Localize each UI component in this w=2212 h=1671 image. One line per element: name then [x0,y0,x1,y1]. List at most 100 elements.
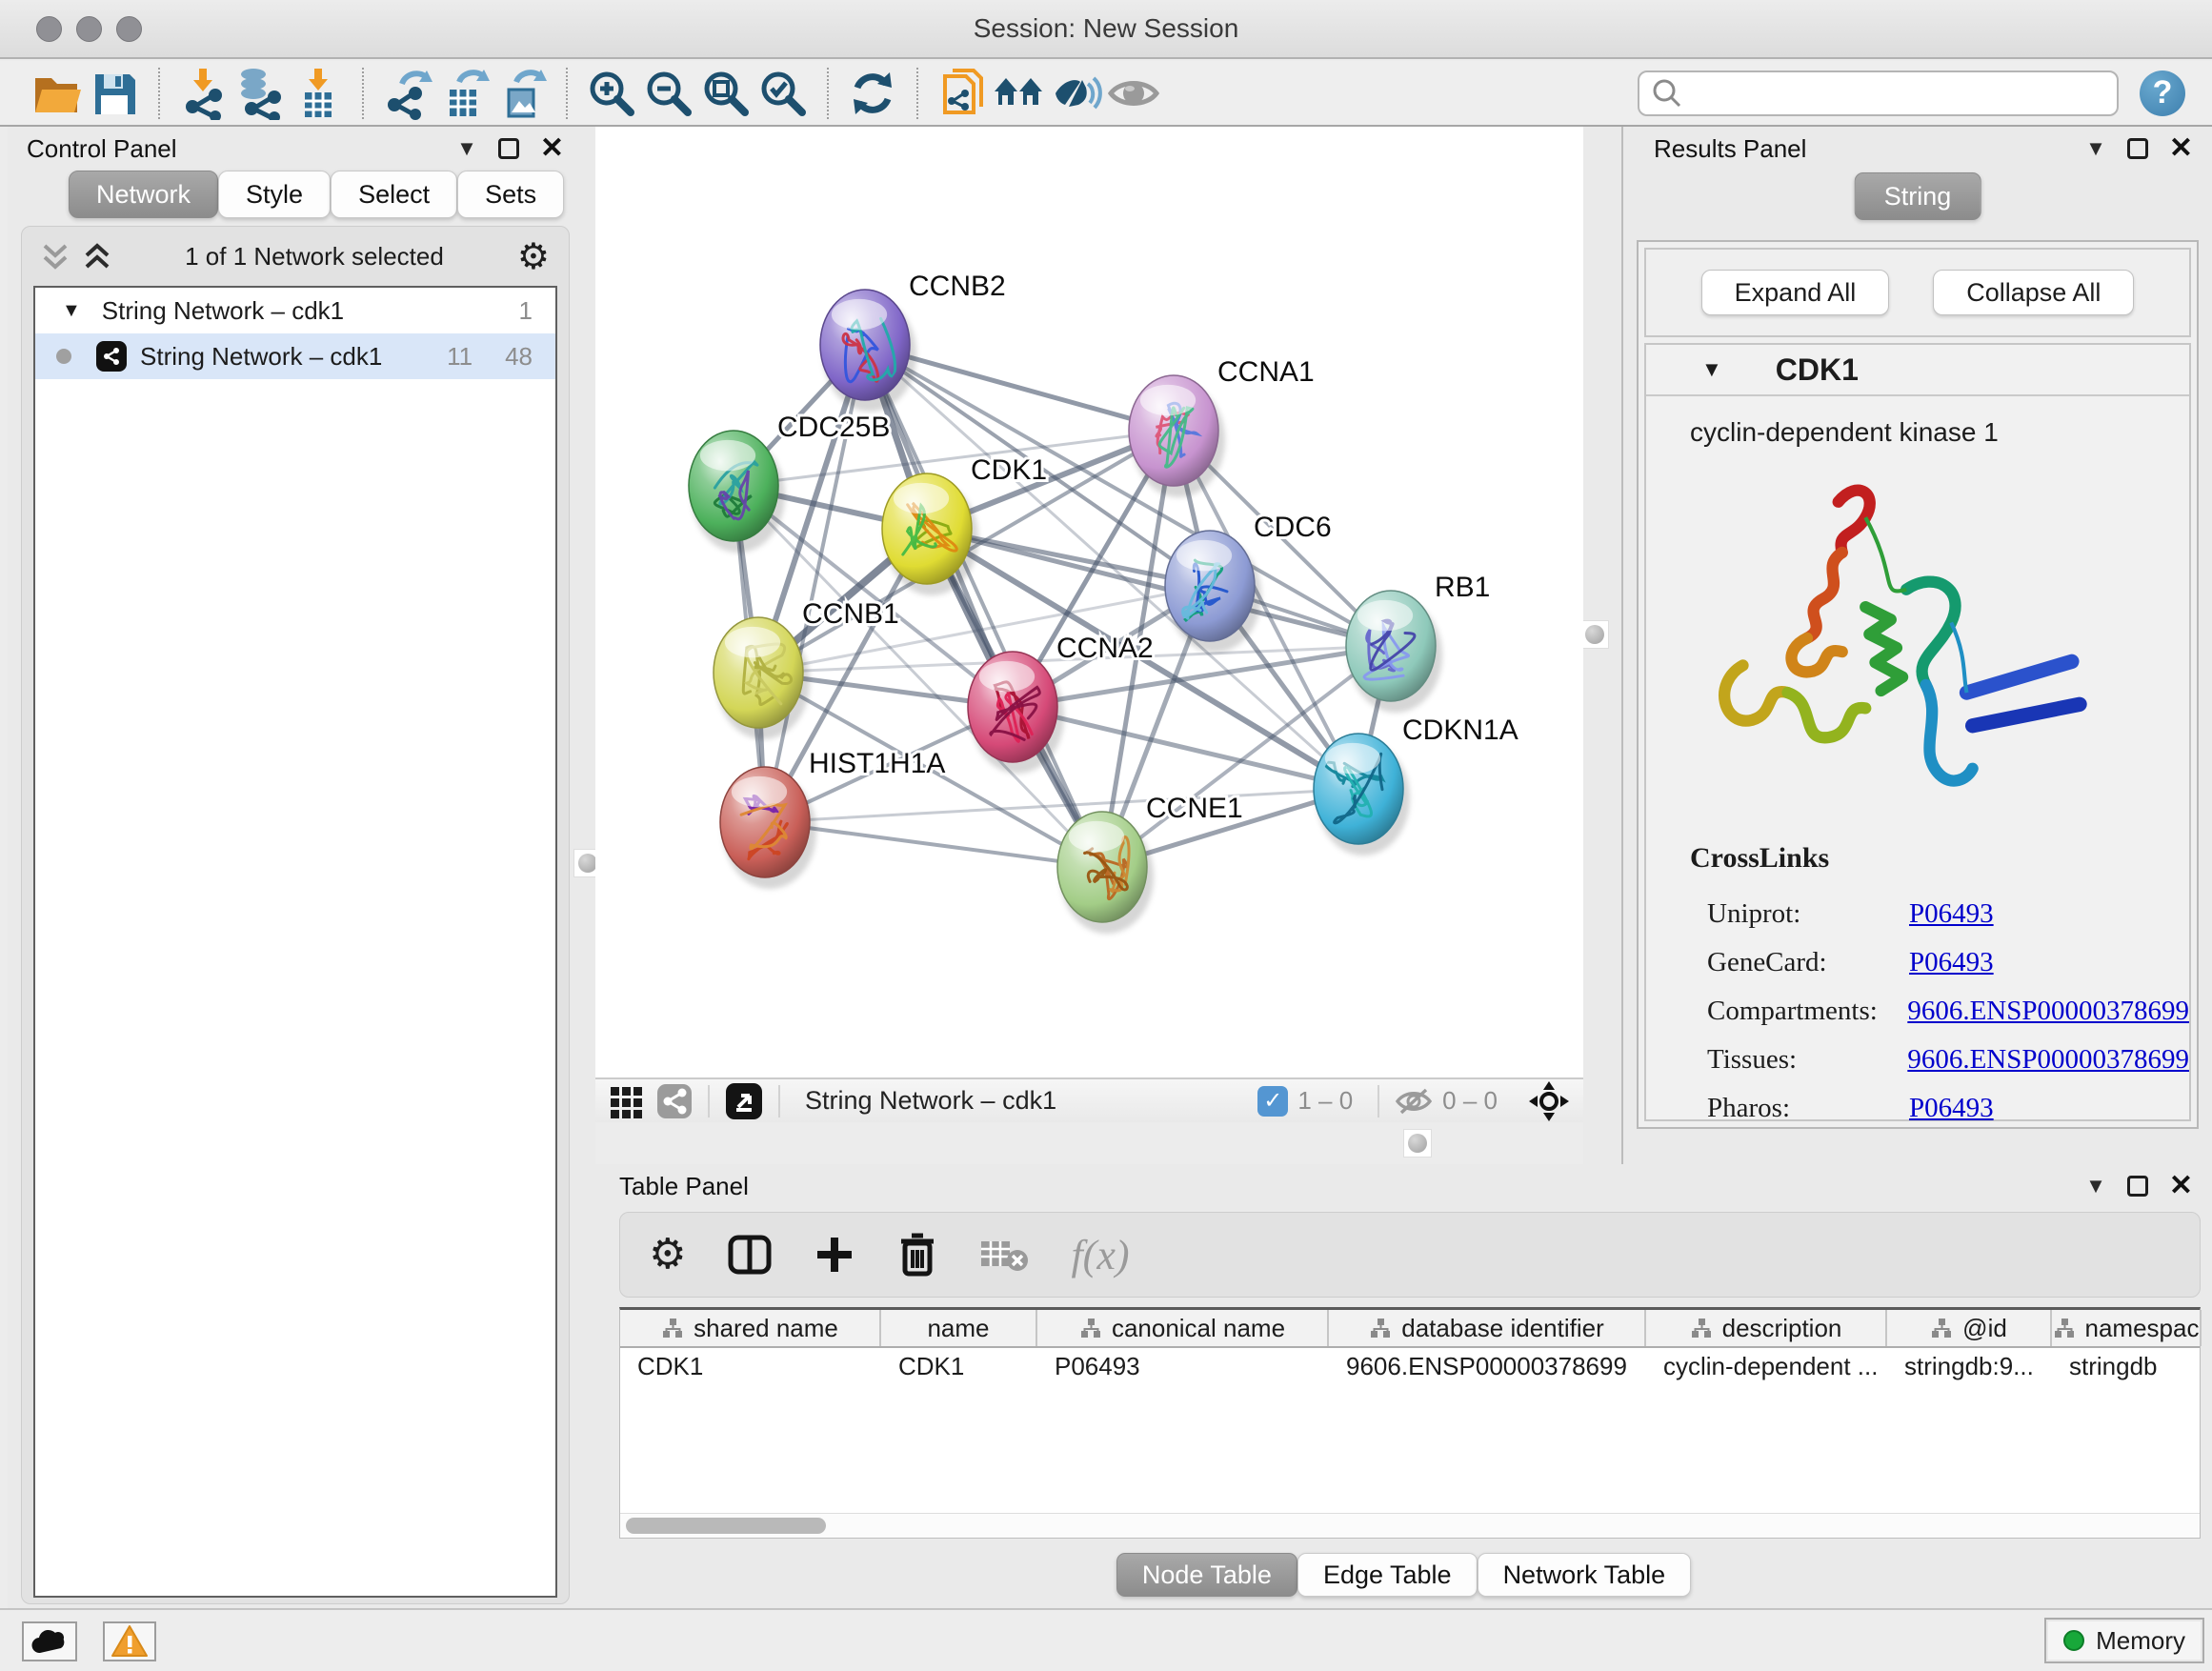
network-node-ccna2[interactable]: CCNA2 [968,633,1154,774]
table-cell[interactable]: 9606.ENSP00000378699 [1329,1348,1646,1386]
network-label: String Network – cdk1 [140,342,382,372]
network-view-toolbar: String Network – cdk1 ✓ 1 – 0 0 – 0 [595,1077,1583,1122]
zoom-in-icon[interactable] [583,67,640,120]
selected-checkbox-icon[interactable]: ✓ [1257,1086,1288,1117]
network-node-rb1[interactable]: RB1 [1346,572,1490,713]
column-header-name[interactable]: name [881,1310,1037,1346]
hierarchy-column-icon [1930,1317,1953,1339]
network-view-mode-icon[interactable] [656,1083,693,1119]
show-columns-icon[interactable] [728,1233,772,1277]
crosslink-link[interactable]: P06493 [1909,1093,1994,1124]
table-cell[interactable]: stringdb [2052,1348,2202,1386]
import-table-icon[interactable] [290,67,347,120]
string-home-icon[interactable] [991,67,1048,120]
table-row[interactable]: CDK1CDK1P064939606.ENSP00000378699cyclin… [620,1348,2200,1386]
table-options-gear-icon[interactable]: ⚙ [649,1234,686,1276]
memory-button[interactable]: Memory [2044,1618,2204,1663]
column-header--id[interactable]: @id [1887,1310,2052,1346]
zoom-out-icon[interactable] [640,67,697,120]
crosslink-link[interactable]: 9606.ENSP00000378699 [1907,996,2189,1027]
hierarchy-column-icon [661,1317,684,1339]
search-box[interactable] [1638,70,2119,116]
node-label-hist1h1a: HIST1H1A [809,748,945,779]
export-network-icon[interactable] [379,67,436,120]
help-icon[interactable]: ? [2140,70,2185,116]
cloud-button[interactable] [22,1621,77,1661]
section-caret-icon[interactable]: ▼ [1701,357,1722,382]
tab-node-table[interactable]: Node Table [1116,1553,1297,1597]
save-session-icon[interactable] [86,67,143,120]
right-splitter[interactable] [1583,127,1621,1164]
column-header-database-identifier[interactable]: database identifier [1329,1310,1646,1346]
import-network-file-icon[interactable] [175,67,232,120]
collapse-all-icon[interactable] [41,240,70,272]
network-view[interactable]: CCNB2CCNA1CDC25BCDK1CDC6RB1CCNB1CCNA2CDK… [595,127,1583,1122]
network-canvas[interactable]: CCNB2CCNA1CDC25BCDK1CDC6RB1CCNB1CCNA2CDK… [595,127,1583,1077]
zoom-fit-icon[interactable] [697,67,754,120]
tab-network-table[interactable]: Network Table [1478,1553,1692,1597]
column-header-canonical-name[interactable]: canonical name [1037,1310,1329,1346]
create-column-icon[interactable] [814,1234,855,1276]
table-cell[interactable]: cyclin-dependent ... [1646,1348,1887,1386]
table-cell[interactable]: P06493 [1037,1348,1329,1386]
tab-string[interactable]: String [1855,172,1981,220]
network-row[interactable]: String Network – cdk1 11 48 [35,333,555,379]
warning-button[interactable] [103,1621,156,1661]
tab-select[interactable]: Select [331,171,457,218]
tab-sets[interactable]: Sets [457,171,564,218]
table-cell[interactable]: stringdb:9... [1887,1348,2052,1386]
network-edge-count: 48 [505,342,533,372]
tab-style[interactable]: Style [218,171,331,218]
network-collection-row[interactable]: ▼ String Network – cdk1 1 [35,288,555,333]
open-session-icon[interactable] [29,67,86,120]
panel-float-icon[interactable] [2127,1176,2148,1197]
share-document-icon[interactable] [934,67,991,120]
panel-collapse-icon[interactable]: ▼ [456,136,477,161]
birdseye-navigator-icon[interactable] [1528,1080,1570,1122]
table-hscrollbar[interactable] [620,1513,2200,1538]
crosslink-link[interactable]: P06493 [1909,947,1994,978]
network-node-cdkn1a[interactable]: CDKN1A [1314,715,1518,856]
column-header-description[interactable]: description [1646,1310,1887,1346]
refresh-layout-icon[interactable] [844,67,901,120]
collapse-all-button[interactable]: Collapse All [1933,270,2134,315]
scrollbar-thumb[interactable] [626,1518,826,1534]
tree-caret-icon[interactable]: ▼ [62,300,81,322]
panel-float-icon[interactable] [2127,138,2148,159]
network-node-ccne1[interactable]: CCNE1 [1057,793,1243,934]
expand-all-icon[interactable] [83,240,111,272]
table-cell[interactable]: CDK1 [620,1348,881,1386]
network-node-count: 11 [447,342,473,372]
panel-collapse-icon[interactable]: ▼ [2085,1174,2106,1198]
column-header-shared-name[interactable]: shared name [620,1310,881,1346]
crosslink-link[interactable]: P06493 [1909,898,1994,930]
crosslink-link[interactable]: 9606.ENSP00000378699 [1907,1044,2189,1076]
expand-all-button[interactable]: Expand All [1701,270,1890,315]
tab-network[interactable]: Network [69,171,218,218]
import-network-database-icon[interactable] [232,67,290,120]
delete-column-icon[interactable] [897,1232,937,1278]
panel-close-icon[interactable]: ✕ [2169,138,2193,159]
string-visibility-icon[interactable] [1048,67,1105,120]
search-input[interactable] [1683,78,2102,108]
horizontal-splitter[interactable] [595,1122,1583,1164]
panel-close-icon[interactable]: ✕ [2169,1176,2193,1197]
network-node-ccnb2[interactable]: CCNB2 [820,271,1006,412]
left-splitter[interactable] [583,127,595,1608]
panel-float-icon[interactable] [498,138,519,159]
export-table-icon[interactable] [436,67,493,120]
splitter-grip[interactable] [1403,1129,1432,1158]
gene-section-header[interactable]: ▼ CDK1 [1646,345,2189,396]
table-cell[interactable]: CDK1 [881,1348,1037,1386]
detach-view-icon[interactable] [725,1082,763,1120]
export-image-icon[interactable] [493,67,551,120]
panel-collapse-icon[interactable]: ▼ [2085,136,2106,161]
splitter-grip[interactable] [1580,620,1609,649]
node-table[interactable]: shared namenamecanonical namedatabase id… [619,1307,2201,1539]
grid-view-icon[interactable] [609,1083,645,1119]
tab-edge-table[interactable]: Edge Table [1297,1553,1478,1597]
network-options-gear-icon[interactable]: ⚙ [517,238,550,274]
panel-close-icon[interactable]: ✕ [540,138,564,159]
column-header-namespac[interactable]: namespac [2052,1310,2202,1346]
zoom-selected-icon[interactable] [754,67,812,120]
